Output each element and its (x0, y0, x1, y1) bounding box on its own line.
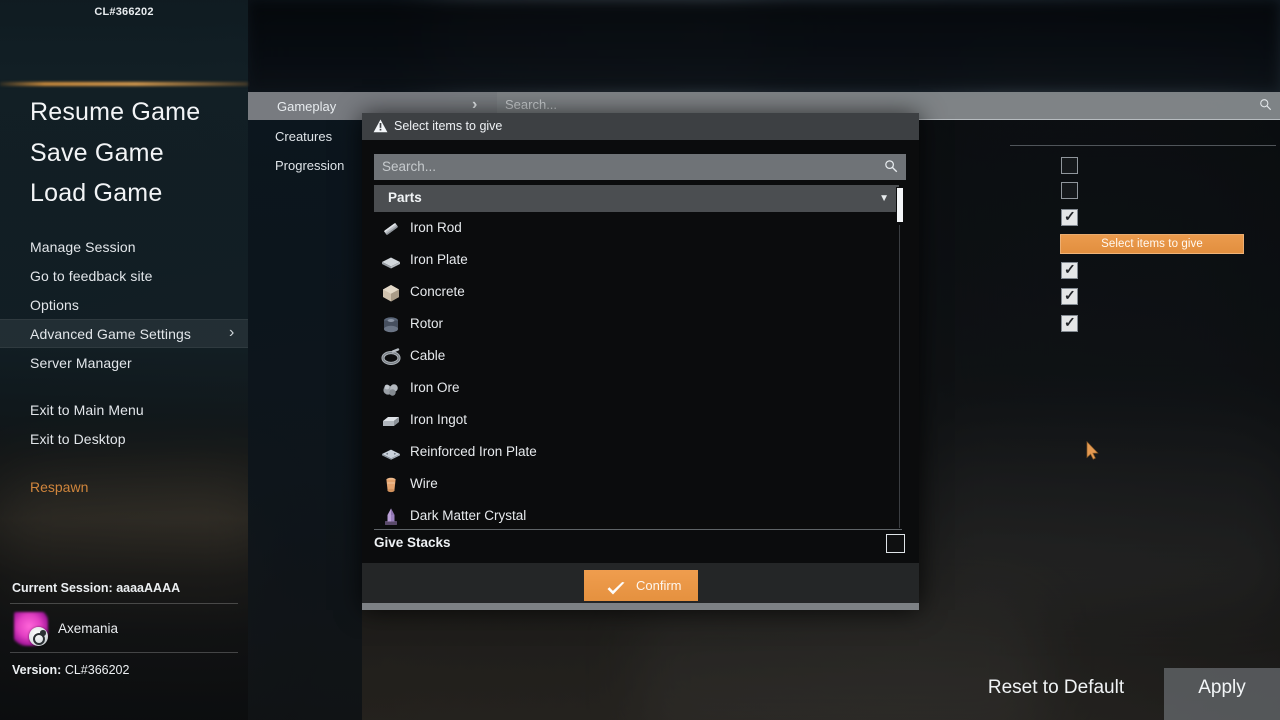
menu-item-exit-to-desktop[interactable]: Exit to Desktop (30, 431, 126, 447)
wire-icon (380, 474, 402, 496)
game-screen: Creatures Progression •••••••••• •••••••… (0, 0, 1280, 720)
iron-ore-icon (380, 378, 402, 400)
modal-horizontal-scrollbar[interactable] (362, 603, 919, 610)
modal-item-list[interactable]: Iron Rod Iron Plate Concrete Rotor Cable (374, 213, 899, 530)
reset-to-default-button[interactable]: Reset to Default (968, 668, 1144, 708)
list-item[interactable]: Iron Ingot (374, 405, 899, 437)
current-session-label: Current Session: (12, 581, 113, 595)
chevron-right-icon: › (472, 96, 478, 113)
list-item[interactable]: Dark Matter Crystal (374, 501, 899, 530)
give-stacks-label: Give Stacks (374, 535, 451, 550)
version-label: Version: (12, 663, 62, 677)
current-session-line: Current Session: aaaaAAAA (12, 581, 180, 595)
menu-item-load-game[interactable]: Load Game (30, 179, 162, 208)
reinforced-iron-plate-icon (380, 442, 402, 464)
list-item[interactable]: Reinforced Iron Plate (374, 437, 899, 469)
concrete-icon (380, 282, 402, 304)
sidebar-accent-divider (0, 82, 248, 86)
iron-plate-icon (380, 250, 402, 272)
list-item[interactable]: Rotor (374, 309, 899, 341)
steam-icon (29, 627, 48, 646)
setting-checkbox[interactable] (1061, 157, 1078, 174)
menu-item-server-manager[interactable]: Server Manager (30, 355, 132, 371)
sidebar-divider (10, 652, 238, 653)
version-value: CL#366202 (64, 663, 130, 677)
menu-item-save-game[interactable]: Save Game (30, 139, 164, 168)
check-icon: ✓ (1064, 261, 1076, 277)
check-icon: ✓ (1064, 314, 1076, 330)
list-item-label: Wire (410, 476, 438, 491)
modal-scrollbar-thumb[interactable] (896, 187, 904, 223)
settings-divider (1010, 145, 1276, 146)
menu-item-respawn[interactable]: Respawn (30, 479, 88, 495)
menu-item-resume-game[interactable]: Resume Game (30, 98, 200, 127)
list-item-label: Cable (410, 348, 446, 363)
modal-footer: Confirm (362, 563, 919, 608)
setting-checkbox[interactable]: ✓ (1061, 209, 1078, 226)
warning-icon (373, 119, 388, 133)
list-item-label: Reinforced Iron Plate (410, 444, 537, 459)
setting-checkbox[interactable]: ✓ (1061, 315, 1078, 332)
avatar (14, 612, 48, 646)
list-item-label: Concrete (410, 284, 465, 299)
list-item-label: Iron Ore (410, 380, 460, 395)
modal-search-placeholder: Search... (382, 159, 437, 174)
chevron-down-icon: ▼ (879, 193, 889, 204)
dark-matter-crystal-icon (380, 506, 402, 528)
setting-checkbox[interactable] (1061, 182, 1078, 199)
pointer-cursor (1086, 440, 1100, 465)
list-item[interactable]: Wire (374, 469, 899, 501)
sidebar-divider (10, 603, 238, 604)
current-session-name: aaaaAAAA (116, 581, 181, 595)
iron-rod-icon (380, 218, 402, 240)
confirm-button-label: Confirm (636, 578, 682, 593)
search-icon (1259, 98, 1272, 116)
list-item[interactable]: Concrete (374, 277, 899, 309)
cable-icon (380, 346, 402, 368)
modal-search-input[interactable]: Search... (374, 154, 906, 180)
settings-search-placeholder: Search... (505, 97, 558, 112)
menu-item-exit-to-main-menu[interactable]: Exit to Main Menu (30, 402, 144, 418)
version-line: Version: CL#366202 (12, 663, 129, 677)
tab-progression[interactable]: Progression (275, 158, 344, 173)
modal-title-bar: Select items to give (362, 113, 919, 140)
list-item-label: Iron Rod (410, 220, 462, 235)
search-icon (884, 159, 898, 178)
settings-tab-column (248, 120, 362, 720)
setting-checkbox[interactable]: ✓ (1061, 262, 1078, 279)
list-item-label: Iron Ingot (410, 412, 468, 427)
list-item[interactable]: Cable (374, 341, 899, 373)
apply-button[interactable]: Apply (1164, 668, 1280, 720)
confirm-button[interactable]: Confirm (584, 570, 698, 601)
list-item-label: Rotor (410, 316, 444, 331)
breadcrumb[interactable]: Gameplay (277, 99, 336, 114)
modal-list-divider (374, 529, 902, 530)
setting-checkbox[interactable]: ✓ (1061, 288, 1078, 305)
rotor-icon (380, 314, 402, 336)
pause-menu-sidebar: CL#366202 Resume Game Save Game Load Gam… (0, 0, 248, 720)
list-item[interactable]: Iron Plate (374, 245, 899, 277)
check-icon: ✓ (1064, 287, 1076, 303)
modal-scrollbar-track (899, 225, 900, 528)
tab-creatures[interactable]: Creatures (275, 129, 332, 144)
chevron-right-icon: › (229, 324, 235, 341)
list-item[interactable]: Iron Ore (374, 373, 899, 405)
background-header-shade (248, 0, 1280, 92)
menu-item-options[interactable]: Options (30, 297, 79, 313)
menu-item-go-to-feedback-site[interactable]: Go to feedback site (30, 268, 153, 284)
username-label: Axemania (58, 621, 119, 636)
menu-item-advanced-game-settings-label: Advanced Game Settings (30, 326, 191, 342)
give-stacks-checkbox[interactable] (886, 534, 905, 553)
iron-ingot-icon (380, 410, 402, 432)
build-id-label: CL#366202 (94, 6, 154, 18)
check-icon: ✓ (1064, 208, 1076, 224)
select-items-to-give-button[interactable]: Select items to give (1060, 234, 1244, 254)
list-item-label: Iron Plate (410, 252, 468, 267)
list-item-label: Dark Matter Crystal (410, 508, 527, 523)
modal-title: Select items to give (394, 119, 503, 133)
list-item[interactable]: Iron Rod (374, 213, 899, 245)
menu-item-manage-session[interactable]: Manage Session (30, 239, 136, 255)
modal-group-header-parts[interactable]: Parts ▼ (374, 185, 899, 212)
modal-group-label: Parts (388, 190, 422, 205)
